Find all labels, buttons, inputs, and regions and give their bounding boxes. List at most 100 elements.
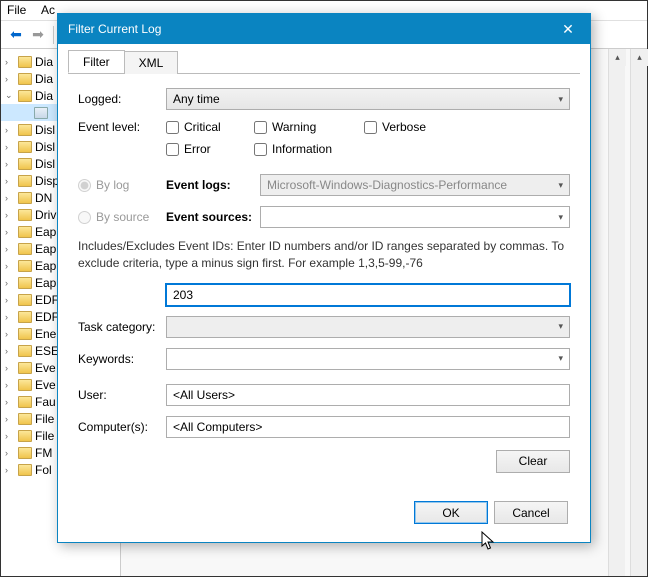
chevron-down-icon: ▾ bbox=[558, 94, 563, 105]
expand-icon[interactable]: › bbox=[5, 261, 15, 271]
folder-icon bbox=[18, 447, 32, 459]
tree-item-label: Disl bbox=[35, 157, 55, 171]
tree-item-label: DN bbox=[35, 191, 52, 205]
expand-icon[interactable]: › bbox=[5, 448, 15, 458]
expand-icon[interactable]: › bbox=[5, 210, 15, 220]
task-category-combo: ▾ bbox=[166, 316, 570, 338]
folder-icon bbox=[18, 345, 32, 357]
logged-combo[interactable]: Any time ▾ bbox=[166, 88, 570, 110]
tree-item-label: Dia bbox=[35, 55, 53, 69]
computers-input[interactable] bbox=[166, 416, 570, 438]
collapse-icon[interactable]: ⌄ bbox=[5, 90, 15, 101]
event-sources-label: Event sources: bbox=[166, 210, 260, 224]
event-logs-label: Event logs: bbox=[166, 178, 260, 192]
expand-icon[interactable]: › bbox=[5, 329, 15, 339]
folder-icon bbox=[18, 141, 32, 153]
chevron-down-icon: ▾ bbox=[558, 180, 563, 191]
by-source-radio: By source bbox=[78, 210, 166, 224]
folder-icon bbox=[18, 328, 32, 340]
scrollbar-vertical[interactable]: ▴ bbox=[608, 49, 625, 576]
scrollbar-vertical-2[interactable]: ▴ bbox=[630, 49, 647, 576]
expand-icon[interactable]: › bbox=[5, 380, 15, 390]
scroll-up-icon[interactable]: ▴ bbox=[609, 49, 626, 66]
expand-icon[interactable]: › bbox=[5, 414, 15, 424]
ok-button[interactable]: OK bbox=[414, 501, 488, 524]
logged-value: Any time bbox=[173, 92, 220, 106]
cancel-button[interactable]: Cancel bbox=[494, 501, 568, 524]
close-icon[interactable]: ✕ bbox=[546, 14, 590, 44]
by-log-radio: By log bbox=[78, 178, 166, 192]
tree-item-label: FM bbox=[35, 446, 52, 460]
tree-item-label: Eap bbox=[35, 225, 56, 239]
expand-icon[interactable]: › bbox=[5, 74, 15, 84]
information-checkbox[interactable]: Information bbox=[254, 142, 332, 156]
event-logs-value: Microsoft-Windows-Diagnostics-Performanc… bbox=[267, 178, 507, 192]
tab-xml[interactable]: XML bbox=[124, 51, 179, 74]
back-arrow-icon[interactable]: ⬅ bbox=[7, 27, 25, 43]
tree-item-label: Eap bbox=[35, 242, 56, 256]
expand-icon[interactable]: › bbox=[5, 57, 15, 67]
tree-item-label: Eve bbox=[35, 378, 56, 392]
chevron-down-icon: ▾ bbox=[558, 321, 563, 332]
event-sources-combo[interactable]: ▾ bbox=[260, 206, 570, 228]
clear-button[interactable]: Clear bbox=[496, 450, 570, 473]
tree-item-label: File bbox=[35, 412, 54, 426]
expand-icon[interactable]: › bbox=[5, 465, 15, 475]
forward-arrow-icon[interactable]: ➡ bbox=[29, 27, 47, 43]
expand-icon[interactable]: › bbox=[5, 431, 15, 441]
folder-icon bbox=[18, 379, 32, 391]
dialog-titlebar: Filter Current Log ✕ bbox=[58, 14, 590, 44]
tab-filter[interactable]: Filter bbox=[68, 50, 125, 73]
expand-icon[interactable]: › bbox=[5, 295, 15, 305]
menu-action[interactable]: Ac bbox=[41, 3, 55, 17]
verbose-checkbox[interactable]: Verbose bbox=[364, 120, 434, 134]
log-icon bbox=[34, 107, 48, 119]
menu-file[interactable]: File bbox=[7, 3, 26, 17]
tree-item-label: Disl bbox=[35, 123, 55, 137]
tree-item-label: Dia bbox=[35, 89, 53, 103]
expand-icon[interactable]: › bbox=[5, 159, 15, 169]
folder-icon bbox=[18, 73, 32, 85]
tree-item-label: Eap bbox=[35, 259, 56, 273]
tree-item-label: File bbox=[35, 429, 54, 443]
tree-item-label: Fau bbox=[35, 395, 56, 409]
folder-icon bbox=[18, 362, 32, 374]
folder-icon bbox=[18, 209, 32, 221]
expand-icon[interactable]: › bbox=[5, 397, 15, 407]
expand-icon[interactable]: › bbox=[5, 312, 15, 322]
keywords-label: Keywords: bbox=[78, 352, 166, 366]
chevron-down-icon: ▾ bbox=[558, 212, 563, 223]
event-level-label: Event level: bbox=[78, 120, 166, 134]
task-category-label: Task category: bbox=[78, 320, 166, 334]
warning-checkbox[interactable]: Warning bbox=[254, 120, 324, 134]
critical-checkbox[interactable]: Critical bbox=[166, 120, 236, 134]
folder-icon bbox=[18, 260, 32, 272]
user-input[interactable] bbox=[166, 384, 570, 406]
tree-item-label: Eap bbox=[35, 276, 56, 290]
keywords-combo[interactable]: ▾ bbox=[166, 348, 570, 370]
expand-icon[interactable]: › bbox=[5, 176, 15, 186]
event-id-input[interactable] bbox=[166, 284, 570, 306]
filter-dialog: Filter Current Log ✕ Filter XML Logged: … bbox=[57, 13, 591, 543]
expand-icon[interactable]: › bbox=[5, 227, 15, 237]
expand-icon[interactable]: › bbox=[5, 346, 15, 356]
expand-icon[interactable]: › bbox=[5, 142, 15, 152]
expand-icon[interactable]: › bbox=[5, 125, 15, 135]
folder-icon bbox=[18, 90, 32, 102]
tree-item-label: EDF bbox=[35, 293, 59, 307]
computers-label: Computer(s): bbox=[78, 420, 166, 434]
expand-icon[interactable]: › bbox=[5, 244, 15, 254]
expand-icon[interactable]: › bbox=[5, 363, 15, 373]
event-logs-combo: Microsoft-Windows-Diagnostics-Performanc… bbox=[260, 174, 570, 196]
tree-item-label: ESE bbox=[35, 344, 59, 358]
error-checkbox[interactable]: Error bbox=[166, 142, 236, 156]
tree-item-label: Eve bbox=[35, 361, 56, 375]
expand-icon[interactable]: › bbox=[5, 193, 15, 203]
tree-item-label: EDF bbox=[35, 310, 59, 324]
expand-icon[interactable]: › bbox=[5, 278, 15, 288]
folder-icon bbox=[18, 311, 32, 323]
tree-item-label: Disl bbox=[35, 140, 55, 154]
scroll-up-icon[interactable]: ▴ bbox=[631, 49, 648, 66]
folder-icon bbox=[18, 294, 32, 306]
folder-icon bbox=[18, 158, 32, 170]
